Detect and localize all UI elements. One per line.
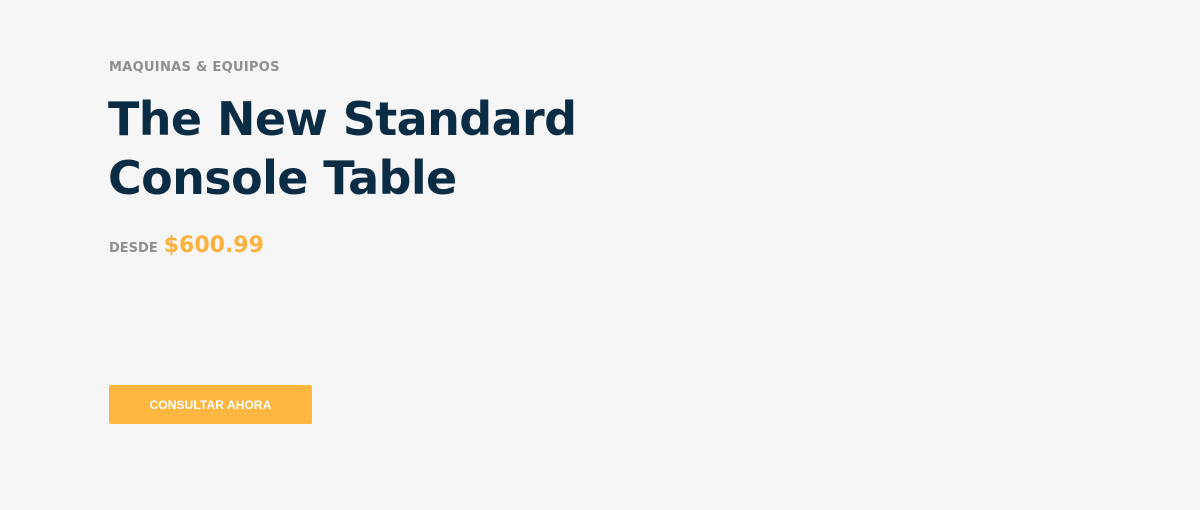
price-row: DESDE $600.99 — [109, 233, 264, 258]
product-title-line-2: Console Table — [108, 151, 457, 205]
product-category: MAQUINAS & EQUIPOS — [109, 60, 280, 75]
price-value: $600.99 — [163, 233, 264, 258]
consult-now-button[interactable]: CONSULTAR AHORA — [109, 385, 312, 424]
product-title-line-1: The New Standard — [108, 92, 577, 146]
product-title: The New Standard Console Table — [108, 90, 577, 208]
hero-banner: MAQUINAS & EQUIPOS The New Standard Cons… — [0, 0, 1200, 510]
price-prefix: DESDE — [109, 241, 158, 256]
